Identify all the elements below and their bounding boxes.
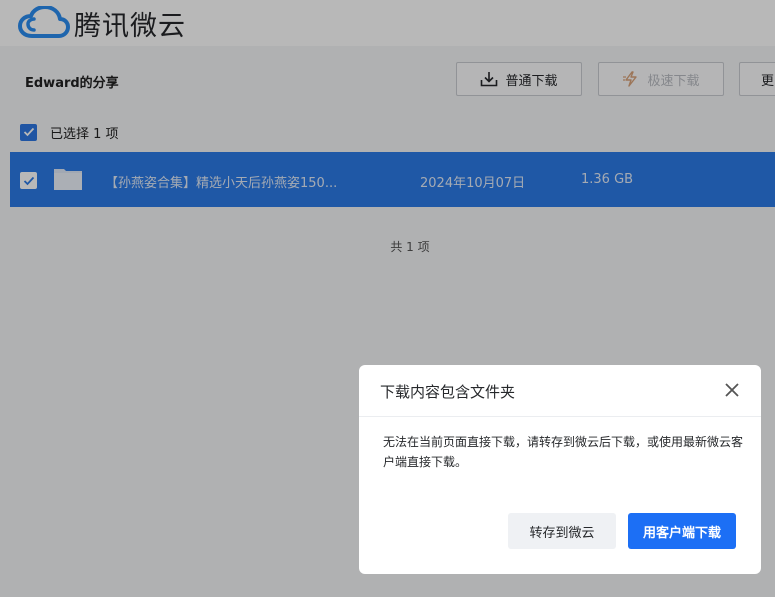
download-dialog: 下载内容包含文件夹 无法在当前页面直接下载，请转存到微云后下载，或使用最新微云客… xyxy=(359,365,761,574)
close-icon[interactable] xyxy=(723,381,741,399)
page: 腾讯微云 Edward的分享 普通下载 极速下载 更 已选择 1 项 【孙燕姿合… xyxy=(0,0,775,597)
dialog-title: 下载内容包含文件夹 xyxy=(380,383,516,401)
dialog-message: 无法在当前页面直接下载，请转存到微云后下载，或使用最新微云客户端直接下载。 xyxy=(383,435,744,469)
client-download-button[interactable]: 用客户端下载 xyxy=(628,513,736,549)
dialog-header: 下载内容包含文件夹 xyxy=(359,365,761,417)
save-to-weiyun-button[interactable]: 转存到微云 xyxy=(508,513,616,549)
